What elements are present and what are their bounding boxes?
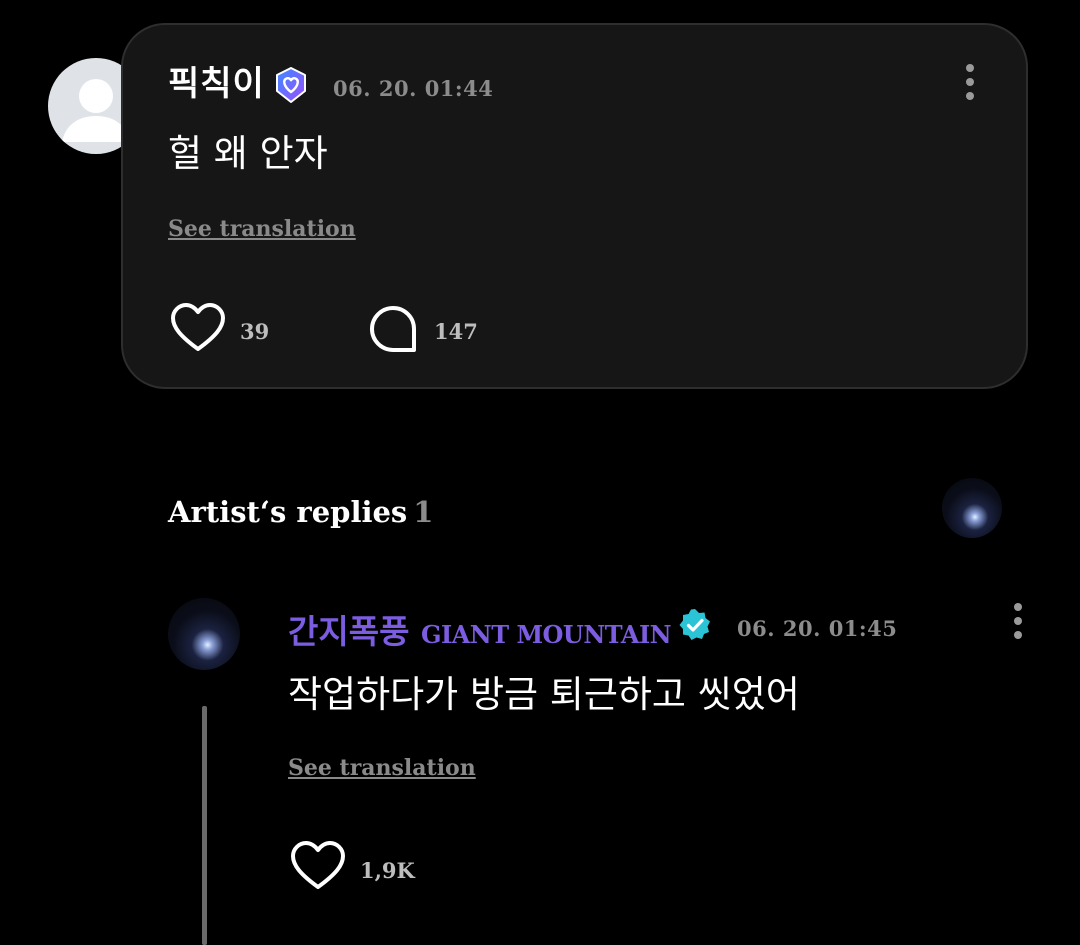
artist-replies-count: 1 bbox=[413, 495, 434, 529]
reply-timestamp: 06. 20. 01:45 bbox=[737, 616, 898, 641]
heart-icon[interactable] bbox=[290, 840, 346, 892]
reply-more-options-button[interactable] bbox=[1014, 603, 1022, 645]
comment-bubble-icon[interactable] bbox=[368, 304, 418, 354]
heart-icon[interactable] bbox=[170, 302, 226, 354]
verified-badge-icon bbox=[679, 609, 710, 640]
post-body: 헐 왜 안자 bbox=[168, 132, 328, 175]
artist-avatar-small[interactable] bbox=[942, 478, 1002, 538]
post-more-options-button[interactable] bbox=[966, 64, 974, 106]
reply-body: 작업하다가 방금 퇴근하고 씻었어 bbox=[288, 673, 800, 716]
reply-see-translation-link[interactable]: See translation bbox=[288, 755, 476, 781]
post-username[interactable]: 픽칙이 bbox=[168, 64, 265, 104]
reply-author-avatar[interactable] bbox=[168, 598, 240, 670]
membership-badge-icon bbox=[276, 67, 306, 103]
post-see-translation-link[interactable]: See translation bbox=[168, 216, 356, 242]
more-options-icon bbox=[1014, 603, 1022, 611]
more-options-icon bbox=[966, 64, 974, 72]
reply-author-name[interactable]: 간지폭풍 GIANT MOUNTAIN bbox=[288, 605, 672, 653]
post-comment-count: 147 bbox=[434, 319, 478, 344]
post-like-count: 39 bbox=[240, 319, 270, 344]
reply-thread-line bbox=[202, 706, 207, 945]
reply-like-count: 1,9K bbox=[360, 858, 415, 883]
reply-author-name-ko: 간지폭풍 bbox=[288, 612, 410, 651]
artist-replies-header: Artist‘s replies 1 bbox=[168, 495, 433, 529]
reply-author-name-en: GIANT MOUNTAIN bbox=[420, 620, 672, 649]
artist-replies-title: Artist‘s replies bbox=[168, 495, 408, 529]
post-timestamp: 06. 20. 01:44 bbox=[333, 76, 494, 101]
